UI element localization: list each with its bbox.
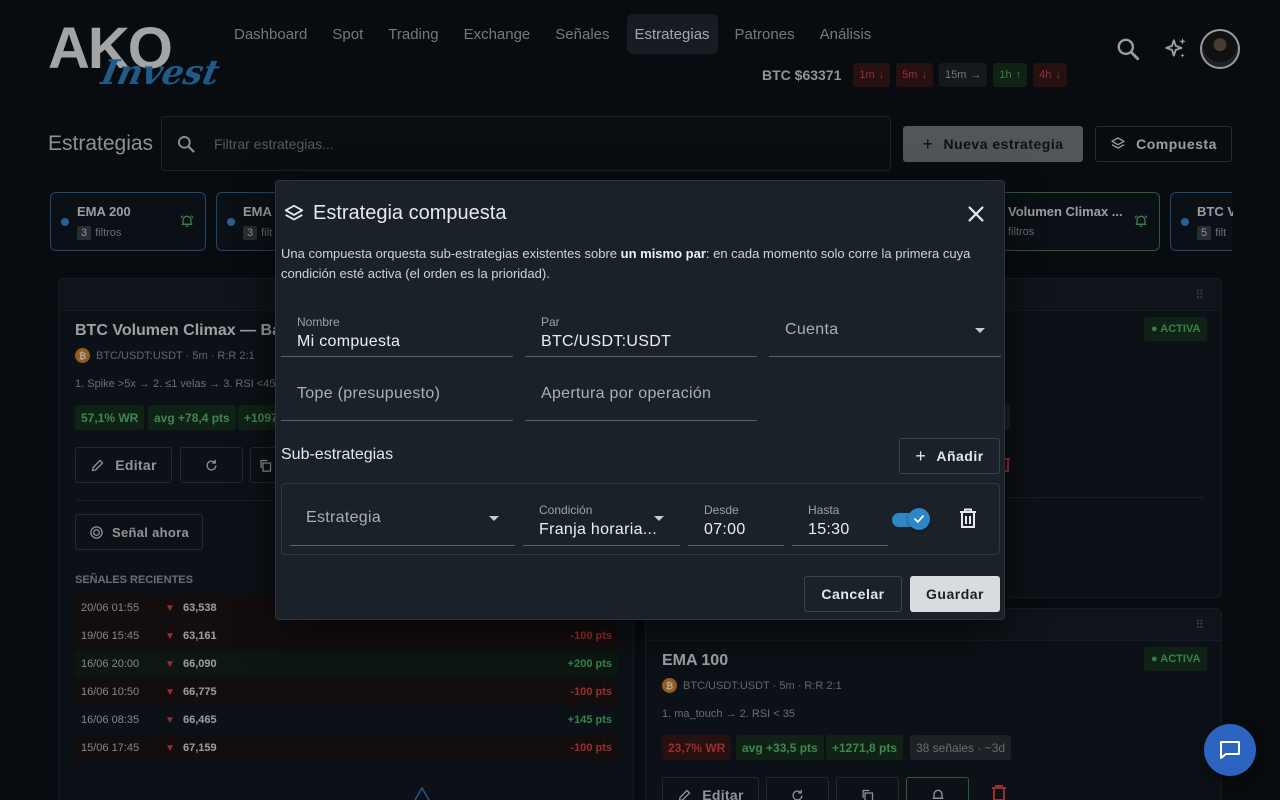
condition-value: Franja horaria... — [539, 521, 658, 538]
name-value: Mi compuesta — [297, 333, 401, 350]
from-time-field[interactable]: Desde 07:00 — [688, 491, 784, 546]
opening-placeholder: Apertura por operación — [541, 385, 712, 402]
account-placeholder: Cuenta — [785, 321, 839, 338]
pair-field[interactable]: Par BTC/USDT:USDT — [525, 303, 757, 357]
budget-placeholder: Tope (presupuesto) — [297, 385, 441, 402]
chevron-down-icon — [654, 516, 664, 521]
strategy-placeholder: Estrategia — [306, 509, 382, 526]
condition-label: Condición — [539, 503, 593, 517]
from-label: Desde — [704, 503, 739, 517]
pair-value: BTC/USDT:USDT — [541, 333, 672, 350]
name-field[interactable]: Nombre Mi compuesta — [281, 303, 513, 357]
to-time-field[interactable]: Hasta 15:30 — [792, 491, 888, 546]
check-icon — [914, 515, 924, 523]
trash-icon[interactable] — [959, 508, 977, 528]
composite-strategy-dialog: Estrategia compuesta Una compuesta orque… — [275, 180, 1005, 620]
to-value: 15:30 — [808, 521, 850, 538]
chat-button[interactable] — [1204, 724, 1256, 776]
opening-field[interactable]: Apertura por operación — [525, 367, 757, 421]
layers-icon — [284, 204, 304, 221]
pair-label: Par — [541, 315, 560, 329]
sub-strategies-label: Sub-estrategias — [281, 446, 394, 463]
chevron-down-icon — [489, 516, 499, 521]
sub-strategy-select[interactable]: Estrategia — [290, 491, 515, 546]
close-icon[interactable] — [965, 203, 987, 225]
toggle-knob — [908, 508, 930, 530]
dialog-title: Estrategia compuesta — [313, 202, 507, 224]
add-sub-strategy-button[interactable]: + Añadir — [899, 438, 1000, 474]
to-label: Hasta — [808, 503, 840, 517]
account-select[interactable]: Cuenta — [769, 303, 1001, 357]
chevron-down-icon — [975, 328, 985, 333]
condition-select[interactable]: Condición Franja horaria... — [523, 491, 680, 546]
name-label: Nombre — [297, 315, 340, 329]
from-value: 07:00 — [704, 521, 746, 538]
save-button[interactable]: Guardar — [910, 576, 1000, 612]
plus-icon: + — [915, 445, 927, 466]
cancel-button[interactable]: Cancelar — [804, 576, 902, 612]
budget-field[interactable]: Tope (presupuesto) — [281, 367, 513, 421]
chat-icon — [1220, 741, 1240, 759]
dialog-description: Una compuesta orquesta sub-estrategias e… — [281, 246, 971, 281]
add-label: Añadir — [936, 448, 984, 464]
enabled-toggle[interactable] — [890, 508, 932, 530]
